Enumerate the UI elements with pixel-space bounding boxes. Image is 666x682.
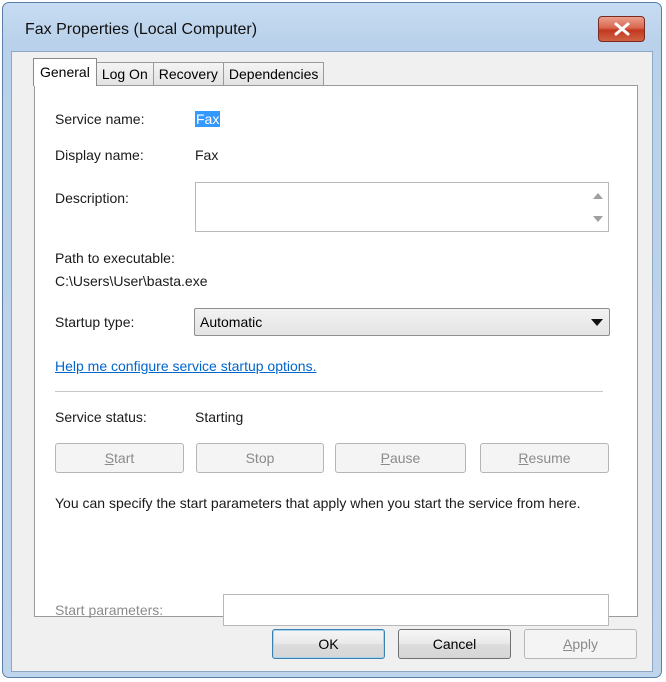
- general-tab-panel: Service name: Fax Display name: Fax Desc…: [34, 85, 638, 626]
- dialog-body: General Log On Recovery Dependencies Ser…: [11, 51, 653, 672]
- service-status-value: Starting: [195, 409, 244, 425]
- tab-log-on[interactable]: Log On: [95, 62, 154, 86]
- separator: [55, 391, 603, 392]
- path-label: Path to executable:: [55, 250, 175, 266]
- window-title: Fax Properties (Local Computer): [25, 21, 258, 38]
- ok-button[interactable]: OK: [272, 629, 385, 659]
- startup-type-value: Automatic: [200, 314, 263, 330]
- pause-button[interactable]: Pause: [335, 443, 466, 473]
- cancel-button-label: Cancel: [432, 636, 477, 652]
- path-value[interactable]: C:\Users\User\basta.exe: [55, 273, 208, 289]
- resume-button[interactable]: Resume: [480, 443, 609, 473]
- start-button-label: Start: [104, 450, 135, 466]
- ok-button-label: OK: [318, 636, 339, 652]
- stop-button[interactable]: Stop: [196, 443, 324, 473]
- close-button[interactable]: [598, 16, 645, 42]
- startup-type-dropdown[interactable]: Automatic: [194, 308, 610, 336]
- start-params-label: Start parameters:: [55, 602, 164, 618]
- title-bar[interactable]: Fax Properties (Local Computer): [3, 3, 661, 53]
- help-configure-link[interactable]: Help me configure service startup option…: [55, 358, 316, 374]
- display-name-value[interactable]: Fax: [195, 147, 218, 163]
- description-scrollbar[interactable]: [588, 183, 608, 231]
- scroll-up-icon[interactable]: [593, 193, 603, 199]
- close-icon: [614, 22, 629, 36]
- start-button[interactable]: Start: [55, 443, 184, 473]
- tab-recovery[interactable]: Recovery: [152, 62, 224, 86]
- description-label: Description:: [55, 190, 129, 206]
- pause-button-label: Pause: [380, 450, 421, 466]
- tab-dependencies[interactable]: Dependencies: [222, 62, 325, 86]
- start-params-input[interactable]: [223, 594, 609, 626]
- properties-dialog: Fax Properties (Local Computer) General …: [2, 2, 662, 678]
- apply-button-label: Apply: [562, 636, 599, 652]
- dropdown-arrow-icon: [591, 319, 603, 326]
- service-name-label: Service name:: [55, 111, 145, 127]
- description-field[interactable]: [195, 182, 609, 232]
- apply-button[interactable]: Apply: [524, 629, 637, 659]
- startup-type-label: Startup type:: [55, 314, 135, 330]
- stop-button-label: Stop: [245, 450, 275, 466]
- tab-general[interactable]: General: [33, 58, 97, 86]
- service-status-label: Service status:: [55, 409, 147, 425]
- service-name-text: Fax: [195, 111, 221, 127]
- scroll-down-icon[interactable]: [593, 216, 603, 222]
- cancel-button[interactable]: Cancel: [398, 629, 511, 659]
- service-name-value[interactable]: Fax: [195, 111, 221, 127]
- start-params-info: You can specify the start parameters tha…: [55, 495, 581, 511]
- resume-button-label: Resume: [518, 450, 571, 466]
- display-name-label: Display name:: [55, 147, 144, 163]
- tab-strip: General Log On Recovery Dependencies: [33, 58, 325, 86]
